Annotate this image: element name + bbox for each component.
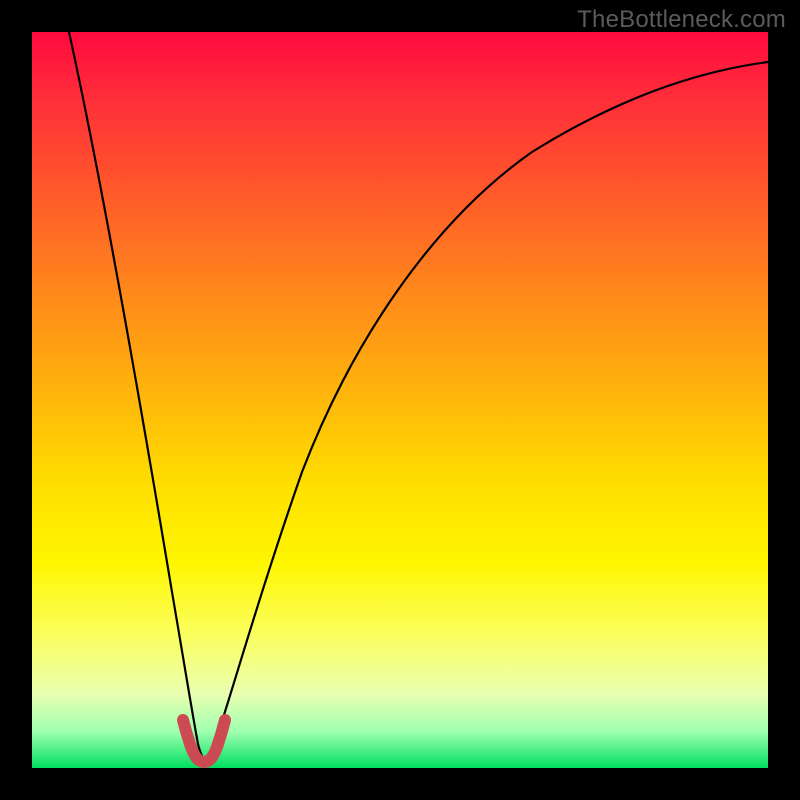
watermark-text: TheBottleneck.com xyxy=(577,6,786,34)
bottleneck-curve xyxy=(69,32,768,758)
plot-area xyxy=(32,32,768,768)
chart-svg xyxy=(32,32,768,768)
fit-marker xyxy=(183,720,225,762)
chart-frame: TheBottleneck.com xyxy=(0,0,800,800)
